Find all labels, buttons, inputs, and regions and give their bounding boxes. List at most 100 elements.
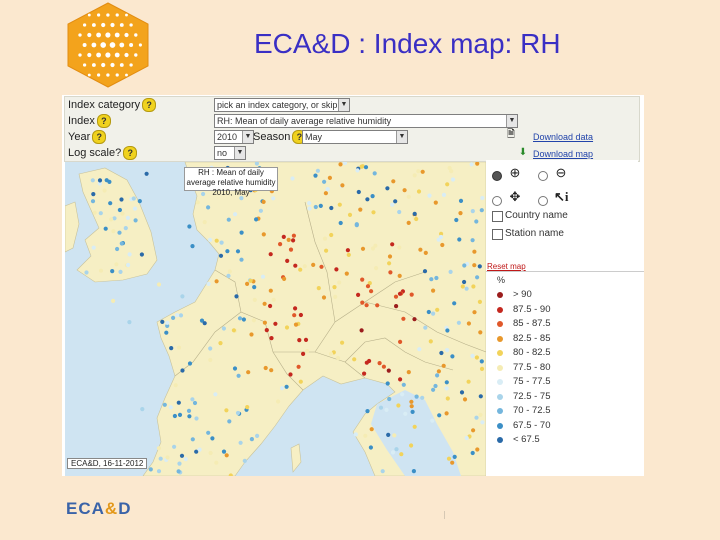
station-marker[interactable] (249, 332, 254, 337)
station-marker[interactable] (144, 171, 149, 176)
station-marker[interactable] (354, 222, 359, 227)
station-marker[interactable] (285, 258, 290, 263)
station-marker[interactable] (84, 270, 89, 275)
station-marker[interactable] (176, 345, 182, 350)
station-marker[interactable] (156, 469, 162, 474)
station-marker[interactable] (131, 196, 136, 201)
station-marker[interactable] (337, 202, 342, 207)
station-marker[interactable] (400, 392, 405, 397)
station-marker[interactable] (367, 358, 372, 364)
station-marker[interactable] (206, 430, 211, 435)
zoom-in-icon[interactable]: ⊕ (508, 166, 522, 180)
station-marker[interactable] (276, 399, 281, 404)
station-marker[interactable] (460, 284, 465, 289)
station-marker[interactable] (202, 220, 207, 225)
station-marker[interactable] (208, 346, 213, 351)
station-marker[interactable] (190, 397, 195, 402)
station-marker[interactable] (139, 252, 144, 257)
station-marker[interactable] (297, 338, 302, 343)
station-marker[interactable] (246, 370, 251, 375)
station-marker[interactable] (475, 275, 480, 280)
station-marker[interactable] (445, 182, 450, 187)
station-marker[interactable] (125, 215, 130, 220)
station-marker[interactable] (471, 428, 476, 433)
station-marker[interactable] (346, 252, 351, 257)
station-marker[interactable] (384, 407, 389, 412)
station-marker[interactable] (264, 328, 269, 333)
station-marker[interactable] (427, 193, 432, 198)
station-marker[interactable] (387, 254, 393, 259)
station-marker[interactable] (466, 379, 471, 384)
zoom-out-radio[interactable] (538, 171, 548, 181)
station-marker[interactable] (456, 320, 461, 325)
station-marker[interactable] (248, 278, 253, 283)
station-marker[interactable] (281, 234, 286, 239)
station-marker[interactable] (315, 168, 320, 173)
station-marker[interactable] (478, 394, 483, 399)
station-marker[interactable] (450, 177, 456, 182)
station-marker[interactable] (370, 194, 375, 199)
station-marker[interactable] (388, 270, 393, 275)
station-marker[interactable] (123, 226, 128, 231)
zoom-out-icon[interactable]: ⊖ (554, 166, 568, 180)
station-marker[interactable] (109, 217, 114, 222)
station-marker[interactable] (470, 209, 475, 214)
download-map-icon[interactable]: ⬇ (517, 147, 529, 159)
country-name-checkbox[interactable] (492, 211, 503, 222)
station-marker[interactable] (396, 403, 401, 408)
station-marker[interactable] (90, 178, 95, 183)
station-marker[interactable] (416, 189, 422, 194)
station-marker[interactable] (322, 236, 328, 241)
station-marker[interactable] (120, 211, 125, 216)
station-marker[interactable] (397, 209, 402, 215)
station-marker[interactable] (313, 173, 318, 178)
station-marker[interactable] (375, 303, 380, 308)
station-marker[interactable] (436, 369, 441, 374)
station-marker[interactable] (365, 284, 371, 289)
log-scale-select[interactable]: no ▼ (214, 146, 246, 160)
station-marker[interactable] (387, 396, 392, 402)
station-marker[interactable] (360, 246, 366, 251)
station-marker[interactable] (214, 238, 219, 243)
station-marker[interactable] (98, 211, 103, 216)
station-marker[interactable] (352, 357, 357, 362)
station-marker[interactable] (186, 408, 192, 413)
station-marker[interactable] (307, 201, 312, 206)
station-marker[interactable] (231, 328, 236, 333)
station-marker[interactable] (390, 202, 395, 207)
station-marker[interactable] (232, 366, 238, 371)
station-marker[interactable] (187, 414, 192, 419)
station-marker[interactable] (385, 381, 390, 386)
station-marker[interactable] (454, 217, 459, 223)
station-marker[interactable] (435, 373, 440, 378)
station-marker[interactable] (104, 178, 109, 183)
station-marker[interactable] (409, 399, 414, 404)
station-marker[interactable] (452, 454, 457, 459)
station-marker[interactable] (344, 271, 349, 276)
station-marker[interactable] (355, 168, 360, 173)
station-marker[interactable] (271, 297, 276, 302)
season-select[interactable]: May ▼ (302, 130, 408, 144)
station-marker[interactable] (269, 368, 274, 373)
station-marker[interactable] (397, 291, 403, 296)
station-marker[interactable] (472, 249, 477, 254)
station-marker[interactable] (224, 453, 229, 458)
station-marker[interactable] (175, 313, 180, 318)
station-marker[interactable] (321, 295, 327, 300)
station-marker[interactable] (245, 281, 250, 286)
station-marker[interactable] (420, 169, 425, 174)
station-marker[interactable] (323, 191, 328, 196)
station-marker[interactable] (180, 294, 185, 299)
station-marker[interactable] (406, 370, 411, 375)
station-marker[interactable] (387, 261, 392, 266)
station-marker[interactable] (414, 216, 419, 222)
station-marker[interactable] (252, 285, 257, 290)
station-marker[interactable] (479, 366, 485, 371)
station-marker[interactable] (273, 321, 278, 326)
station-marker[interactable] (291, 238, 296, 243)
station-marker[interactable] (401, 382, 406, 387)
station-marker[interactable] (329, 205, 334, 211)
station-marker[interactable] (381, 364, 386, 369)
station-marker[interactable] (474, 355, 479, 360)
station-marker[interactable] (475, 447, 480, 452)
